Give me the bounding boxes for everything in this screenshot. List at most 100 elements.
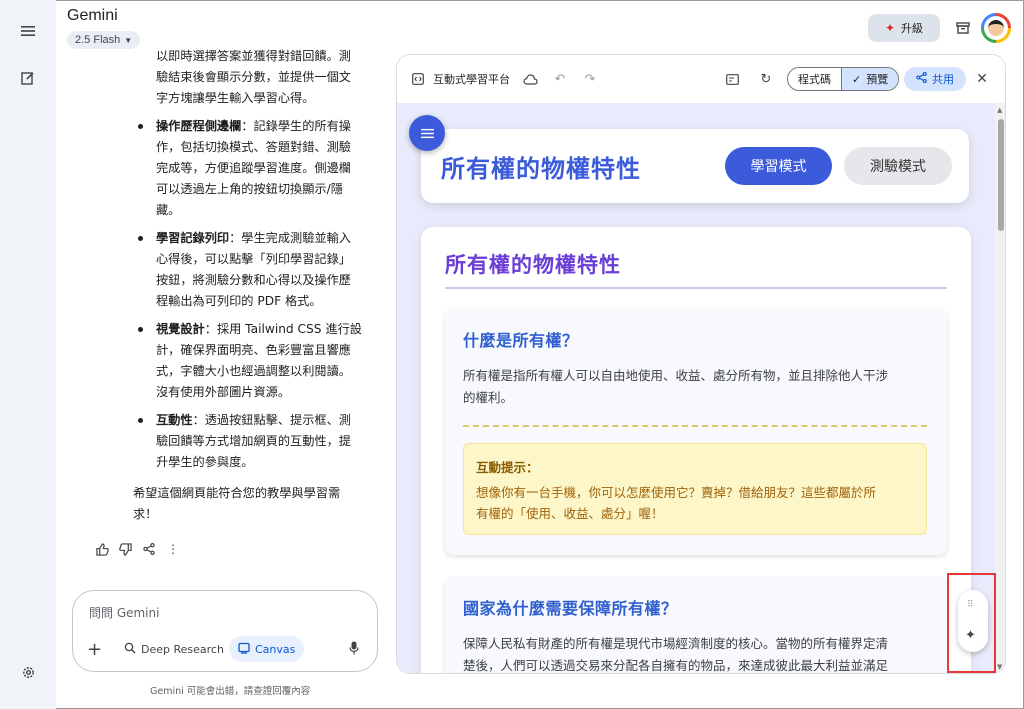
chat-line: ：記錄學生的所有操: [241, 119, 351, 133]
refresh-icon[interactable]: ↻: [757, 70, 775, 88]
chat-line: 沒有使用外部圖片資源。: [156, 385, 291, 399]
section-why-protect-ownership: 國家為什麼需要保障所有權？ 保障人民私有財產的所有權是現代市場經濟制度的核心。當…: [445, 577, 947, 673]
menu-icon[interactable]: [14, 17, 42, 45]
left-rail: [0, 0, 56, 709]
chat-bullets: 操作歷程側邊欄：記錄學生的所有操 作，包括切換模式、答題對錯、測驗 完成等，方便…: [130, 116, 366, 473]
section-heading: 什麼是所有權？: [463, 331, 579, 350]
console-icon[interactable]: [723, 70, 741, 88]
scroll-down-arrow[interactable]: ▼: [997, 663, 1002, 671]
canvas-title: 互動式學習平台: [433, 73, 510, 86]
scroll-thumb[interactable]: [998, 119, 1004, 231]
interactive-tip-box: 互動提示： 想像你有一台手機，你可以怎麼使用它？賣掉？借給朋友？這些都屬於所 有…: [463, 443, 927, 535]
chat-line: 心得後，可以點擊「列印學習記錄」: [156, 252, 351, 266]
chat-line: 完成等，方便追蹤學習進度。側邊欄: [156, 161, 351, 175]
bullet-bold: 學習記錄列印: [156, 231, 230, 245]
chat-line: 式，字體大小也經過調整以利閱讀。: [156, 364, 351, 378]
menu-icon: [420, 128, 434, 138]
prompt-input-box[interactable]: 問問 Gemini + Deep Research Canvas: [72, 590, 378, 672]
cloud-icon[interactable]: [521, 70, 539, 88]
study-mode-button[interactable]: 學習模式: [725, 147, 832, 185]
section-body: 所有權是指所有權人可以自由地使用、收益、處分所有物，並且排除他人干涉 的權利。: [463, 365, 933, 409]
app-title: Gemini: [67, 7, 118, 24]
deep-research-button[interactable]: Deep Research: [115, 636, 233, 662]
microphone-icon[interactable]: [349, 641, 359, 659]
chat-line: 驗回饋等方式增加網頁的互動性，提: [156, 434, 351, 448]
share-label: 共用: [932, 73, 954, 86]
menu-toggle-button[interactable]: [409, 115, 445, 151]
chat-line: 升學生的參與度。: [156, 455, 254, 469]
avatar-face: [988, 20, 1004, 36]
avatar[interactable]: [981, 13, 1011, 43]
canvas-panel: 互動式學習平台 ↶ ↷ ↻ 程式碼 ✓ 預覽 共用 ✕ 所有權的物權特性 學習模…: [396, 54, 1006, 674]
share-button[interactable]: 共用: [904, 67, 966, 91]
list-item: 互動性：透過按鈕點擊、提示框、測 驗回饋等方式增加網頁的互動性，提 升學生的參與…: [130, 410, 366, 473]
code-tab[interactable]: 程式碼: [788, 68, 841, 90]
chat-line: 可以透過左上角的按鈕切換顯示/隱: [156, 182, 343, 196]
model-selector[interactable]: 2.5 Flash ▼: [67, 31, 141, 49]
chat-line: 計，確保界面明亮、色彩豐富且響應: [156, 343, 351, 357]
canvas-button[interactable]: Canvas: [229, 636, 305, 662]
chat-closing: 希望這個網頁能符合您的教學與學習需 求！: [133, 483, 363, 525]
body-line: 楚後，人們可以透過交易來分配各自擁有的物品，來達成彼此最大利益並滿足: [463, 658, 889, 673]
chat-line: 字方塊讓學生輸入學習心得。: [156, 91, 315, 105]
canvas-toolbar: 互動式學習平台 ↶ ↷ ↻ 程式碼 ✓ 預覽 共用 ✕: [397, 55, 1005, 103]
chat-line: ：學生完成測驗並輸入: [229, 231, 351, 245]
chat-line: 驗結束後會顯示分數，並提供一個文: [156, 70, 351, 84]
sparkle-icon: ✦: [884, 21, 896, 35]
preview-tab[interactable]: ✓ 預覽: [841, 68, 899, 90]
disclaimer: Gemini 可能會出錯，請查證回覆內容: [150, 686, 311, 697]
chat-line: ：透過按鈕點擊、提示框、測: [192, 413, 351, 427]
upgrade-button[interactable]: ✦ 升級: [868, 14, 940, 42]
model-label: 2.5 Flash: [75, 34, 121, 46]
bullet-bold: 操作歷程側邊欄: [156, 119, 242, 133]
redo-icon[interactable]: ↷: [581, 70, 599, 88]
highlight-box: [947, 573, 996, 673]
more-vert-icon[interactable]: ⋮: [164, 540, 182, 558]
upgrade-label: 升級: [901, 22, 924, 35]
bullet-dot: [138, 236, 143, 241]
bullet-bold: 互動性: [156, 413, 193, 427]
section-body: 保障人民私有財產的所有權是現代市場經濟制度的核心。當物的所有權界定清 楚後，人們…: [463, 633, 933, 673]
close-icon[interactable]: ✕: [973, 70, 991, 88]
chat-line: 作，包括切換模式、答題對錯、測驗: [156, 140, 351, 154]
chat-line: 希望這個網頁能符合您的教學與學習需: [133, 486, 341, 500]
chat-line: ：採用 Tailwind CSS 進行設: [204, 322, 362, 336]
content-title: 所有權的物權特性: [445, 253, 621, 277]
code-doc-icon: [409, 70, 427, 88]
body-line: 所有權是指所有權人可以自由地使用、收益、處分所有物，並且排除他人干涉: [463, 368, 889, 383]
canvas-icon: [238, 642, 250, 657]
tip-line: 想像你有一台手機，你可以怎麼使用它？賣掉？借給朋友？這些都屬於所: [476, 485, 877, 500]
divider: [445, 287, 947, 289]
tip-body: 想像你有一台手機，你可以怎麼使用它？賣掉？借給朋友？這些都屬於所 有權的「使用、…: [476, 482, 916, 524]
gear-icon[interactable]: [14, 658, 42, 686]
chevron-down-icon: ▼: [124, 35, 133, 45]
chat-line: 按鈕，將測驗分數和心得以及操作歷: [156, 273, 351, 287]
tip-line: 有權的「使用、收益、處分」喔！: [476, 506, 664, 521]
body-line: 的權利。: [463, 390, 514, 405]
scrollbar[interactable]: ▲ ▼: [995, 103, 1005, 673]
preview-label: 預覽: [866, 73, 889, 86]
bullet-bold: 視覺設計: [156, 322, 205, 336]
view-toggle: 程式碼 ✓ 預覽: [787, 67, 900, 91]
section-what-is-ownership: 什麼是所有權？ 所有權是指所有權人可以自由地使用、收益、處分所有物，並且排除他人…: [445, 309, 947, 555]
avatar-inner: [984, 16, 1008, 40]
share-icon: [916, 72, 927, 86]
list-item: 操作歷程側邊欄：記錄學生的所有操 作，包括切換模式、答題對錯、測驗 完成等，方便…: [130, 116, 366, 221]
thumbs-down-icon[interactable]: [116, 540, 134, 558]
chat-line: 求！: [133, 507, 158, 521]
scroll-up-arrow[interactable]: ▲: [997, 106, 1002, 114]
archive-icon[interactable]: [951, 16, 975, 40]
share-icon[interactable]: [140, 540, 158, 558]
page-header-card: 所有權的物權特性 學習模式 測驗模式: [421, 129, 969, 203]
list-item: 視覺設計：採用 Tailwind CSS 進行設 計，確保界面明亮、色彩豐富且響…: [130, 319, 366, 403]
plus-icon[interactable]: +: [87, 639, 102, 660]
bullet-dot: [138, 327, 143, 332]
quiz-mode-button[interactable]: 測驗模式: [844, 147, 952, 185]
prompt-input[interactable]: 問問 Gemini: [89, 604, 159, 621]
chat-line: 程輸出為可列印的 PDF 格式。: [156, 294, 322, 308]
chat-line: 藏。: [156, 203, 181, 217]
thumbs-up-icon[interactable]: [93, 540, 111, 558]
undo-icon[interactable]: ↶: [551, 70, 569, 88]
edit-icon[interactable]: [14, 64, 42, 92]
bullet-dot: [138, 418, 143, 423]
